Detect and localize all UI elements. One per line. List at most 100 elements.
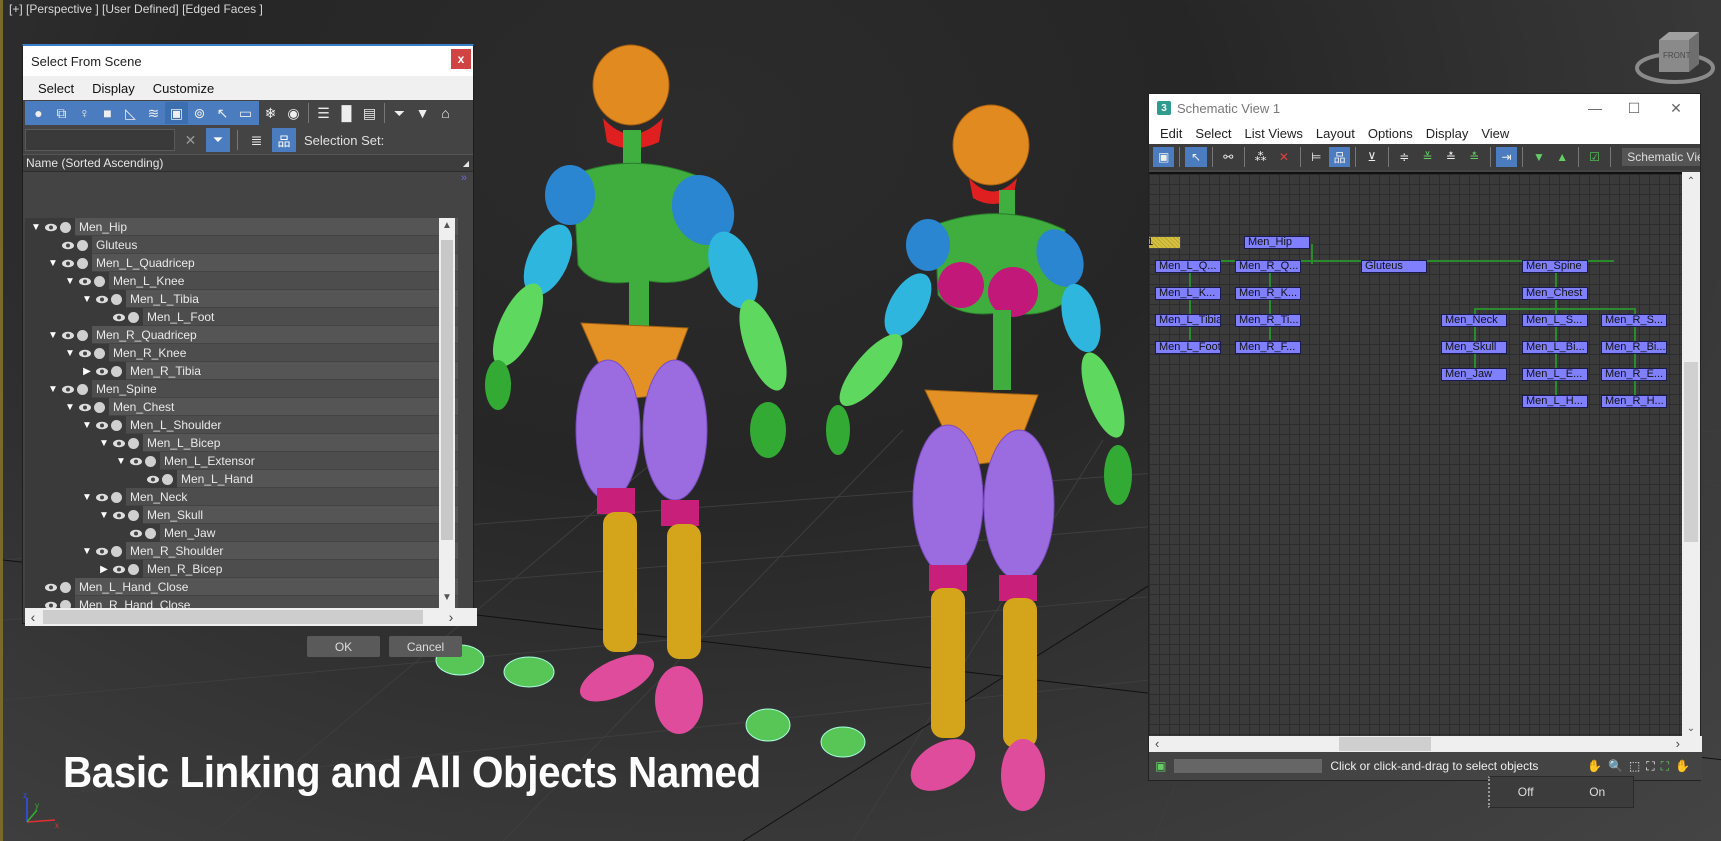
freeze-dot-icon[interactable]: [128, 509, 139, 521]
object-name[interactable]: Men_L_Extensor: [160, 452, 458, 470]
tree-row[interactable]: Gluteus: [25, 236, 458, 254]
object-name[interactable]: Gluteus: [92, 236, 458, 254]
references-mode-icon[interactable]: 品: [1328, 147, 1351, 167]
schematic-node[interactable]: Men_R_F...: [1235, 341, 1301, 354]
expand-arrow-icon[interactable]: ▼: [114, 456, 128, 467]
visibility-eye-icon[interactable]: [43, 582, 58, 592]
on-button[interactable]: On: [1589, 785, 1605, 799]
scroll-left-icon[interactable]: ‹: [1155, 736, 1159, 752]
connect-icon[interactable]: ⚯: [1218, 147, 1239, 167]
visibility-eye-icon[interactable]: [111, 312, 126, 322]
schematic-node[interactable]: Men_R_H...: [1601, 395, 1667, 408]
expand-arrow-icon[interactable]: ▼: [80, 492, 94, 503]
freeze-dot-icon[interactable]: [60, 221, 71, 233]
freeze-dot-icon[interactable]: [60, 581, 71, 593]
collapse-all-icon[interactable]: ▲: [1552, 147, 1573, 167]
menu-display[interactable]: Display: [83, 81, 144, 96]
tree-row[interactable]: ▼ Men_R_Quadricep: [25, 326, 458, 344]
select-none-icon[interactable]: █: [335, 102, 358, 124]
schematic-node[interactable]: 01: [1149, 236, 1181, 249]
filter-icon[interactable]: ▼: [411, 102, 434, 124]
freeze-dot-icon[interactable]: [94, 275, 105, 287]
object-name[interactable]: Men_Hip: [75, 218, 458, 236]
freeze-dot-icon[interactable]: [128, 563, 139, 575]
visibility-eye-icon[interactable]: [77, 276, 92, 286]
tree-horizontal-scrollbar[interactable]: ‹ ›: [25, 608, 477, 626]
tree-row[interactable]: ▼ Men_Spine: [25, 380, 458, 398]
select-all-icon[interactable]: ☰: [312, 102, 335, 124]
schematic-node[interactable]: Men_Hip: [1244, 236, 1310, 249]
tree-row[interactable]: ▼ Men_L_Shoulder: [25, 416, 458, 434]
cancel-button[interactable]: Cancel: [389, 636, 462, 657]
container-icon[interactable]: ⌂: [434, 102, 457, 124]
containers-icon[interactable]: ▭: [234, 102, 257, 124]
menu-select[interactable]: Select: [1189, 126, 1238, 141]
tree-row[interactable]: Men_R_Hand_Close: [25, 596, 458, 608]
schematic-node[interactable]: Men_Neck: [1441, 314, 1507, 327]
tree-row[interactable]: ▼ Men_Hip: [25, 218, 458, 236]
zoom-region-icon[interactable]: ⬚: [1629, 759, 1640, 774]
unlink-selected-icon[interactable]: ⁂: [1250, 147, 1271, 167]
tree-row[interactable]: ▼ Men_Skull: [25, 506, 458, 524]
collapsed-arrow-icon[interactable]: ▶: [97, 564, 111, 575]
schematic-node[interactable]: Men_R_Bi...: [1601, 341, 1667, 354]
select-mode-icon[interactable]: ↖: [1185, 147, 1207, 167]
schematic-node[interactable]: Men_Jaw: [1441, 368, 1507, 381]
zoom-extents-selected-icon[interactable]: ⛶: [1661, 759, 1669, 774]
object-name[interactable]: Men_L_Tibia: [126, 290, 458, 308]
tree-row[interactable]: ▼ Men_L_Extensor: [25, 452, 458, 470]
visibility-eye-icon[interactable]: [111, 438, 126, 448]
freeze-dot-icon[interactable]: [77, 257, 88, 269]
delete-objects-icon[interactable]: ✕: [1273, 147, 1294, 167]
freeze-dot-icon[interactable]: [94, 347, 105, 359]
schematic-node[interactable]: Men_L_Bi...: [1522, 341, 1588, 354]
space-warps-icon[interactable]: ≋: [142, 102, 165, 124]
frozen-icon[interactable]: ❄: [259, 102, 282, 124]
select-invert-icon[interactable]: ▤: [358, 102, 381, 124]
dialog-titlebar[interactable]: Select From Scene x: [23, 46, 473, 76]
scroll-thumb[interactable]: [1339, 737, 1431, 751]
name-column-header[interactable]: Name (Sorted Ascending) ◢: [23, 154, 473, 172]
expand-arrow-icon[interactable]: ▼: [63, 348, 77, 359]
tree-row[interactable]: ▶ Men_R_Bicep: [25, 560, 458, 578]
visibility-eye-icon[interactable]: [60, 258, 75, 268]
visibility-eye-icon[interactable]: [60, 384, 75, 394]
object-name[interactable]: Men_L_Shoulder: [126, 416, 458, 434]
zoom-extents-icon[interactable]: ⛶: [1646, 759, 1654, 774]
scroll-down-icon[interactable]: ⌄: [1682, 723, 1700, 734]
cameras-icon[interactable]: ■: [96, 102, 119, 124]
visibility-eye-icon[interactable]: [77, 348, 92, 358]
object-name[interactable]: Men_L_Hand: [177, 470, 458, 488]
filter-settings-icon[interactable]: ⏷: [388, 102, 411, 124]
schematic-node[interactable]: Men_R_Q...: [1235, 260, 1301, 273]
tree-row[interactable]: ▼ Men_R_Knee: [25, 344, 458, 362]
tree-row[interactable]: ▼ Men_L_Bicep: [25, 434, 458, 452]
schematic-node[interactable]: Men_R_K...: [1235, 287, 1301, 300]
geometry-icon[interactable]: ●: [27, 102, 50, 124]
expand-arrow-icon[interactable]: ▼: [80, 420, 94, 431]
visibility-eye-icon[interactable]: [145, 474, 160, 484]
hierarchy-mode-icon[interactable]: ⊨: [1306, 147, 1327, 167]
visibility-eye-icon[interactable]: [94, 546, 109, 556]
object-name[interactable]: Men_R_Knee: [109, 344, 458, 362]
object-name[interactable]: Men_Chest: [109, 398, 458, 416]
tree-row[interactable]: ▼ Men_L_Quadricep: [25, 254, 458, 272]
scroll-right-icon[interactable]: ›: [1676, 736, 1680, 752]
visibility-eye-icon[interactable]: [111, 510, 126, 520]
expand-arrow-icon[interactable]: ▼: [46, 258, 60, 269]
scroll-thumb[interactable]: [1684, 362, 1698, 542]
visibility-eye-icon[interactable]: [94, 366, 109, 376]
visibility-eye-icon[interactable]: [60, 330, 75, 340]
visibility-eye-icon[interactable]: [43, 600, 58, 608]
object-name[interactable]: Men_R_Shoulder: [126, 542, 458, 560]
freeze-dot-icon[interactable]: [111, 491, 122, 503]
tree-row[interactable]: Men_Jaw: [25, 524, 458, 542]
schematic-node[interactable]: Men_Skull: [1441, 341, 1507, 354]
schematic-node[interactable]: Men_L_H...: [1522, 395, 1588, 408]
move-children-icon[interactable]: ⊻: [1361, 147, 1382, 167]
schematic-horizontal-scrollbar[interactable]: ‹ ›: [1149, 736, 1702, 752]
menu-edit[interactable]: Edit: [1154, 126, 1189, 141]
off-button[interactable]: Off: [1518, 785, 1534, 799]
visibility-eye-icon[interactable]: [94, 420, 109, 430]
hidden-icon[interactable]: ◉: [282, 102, 305, 124]
